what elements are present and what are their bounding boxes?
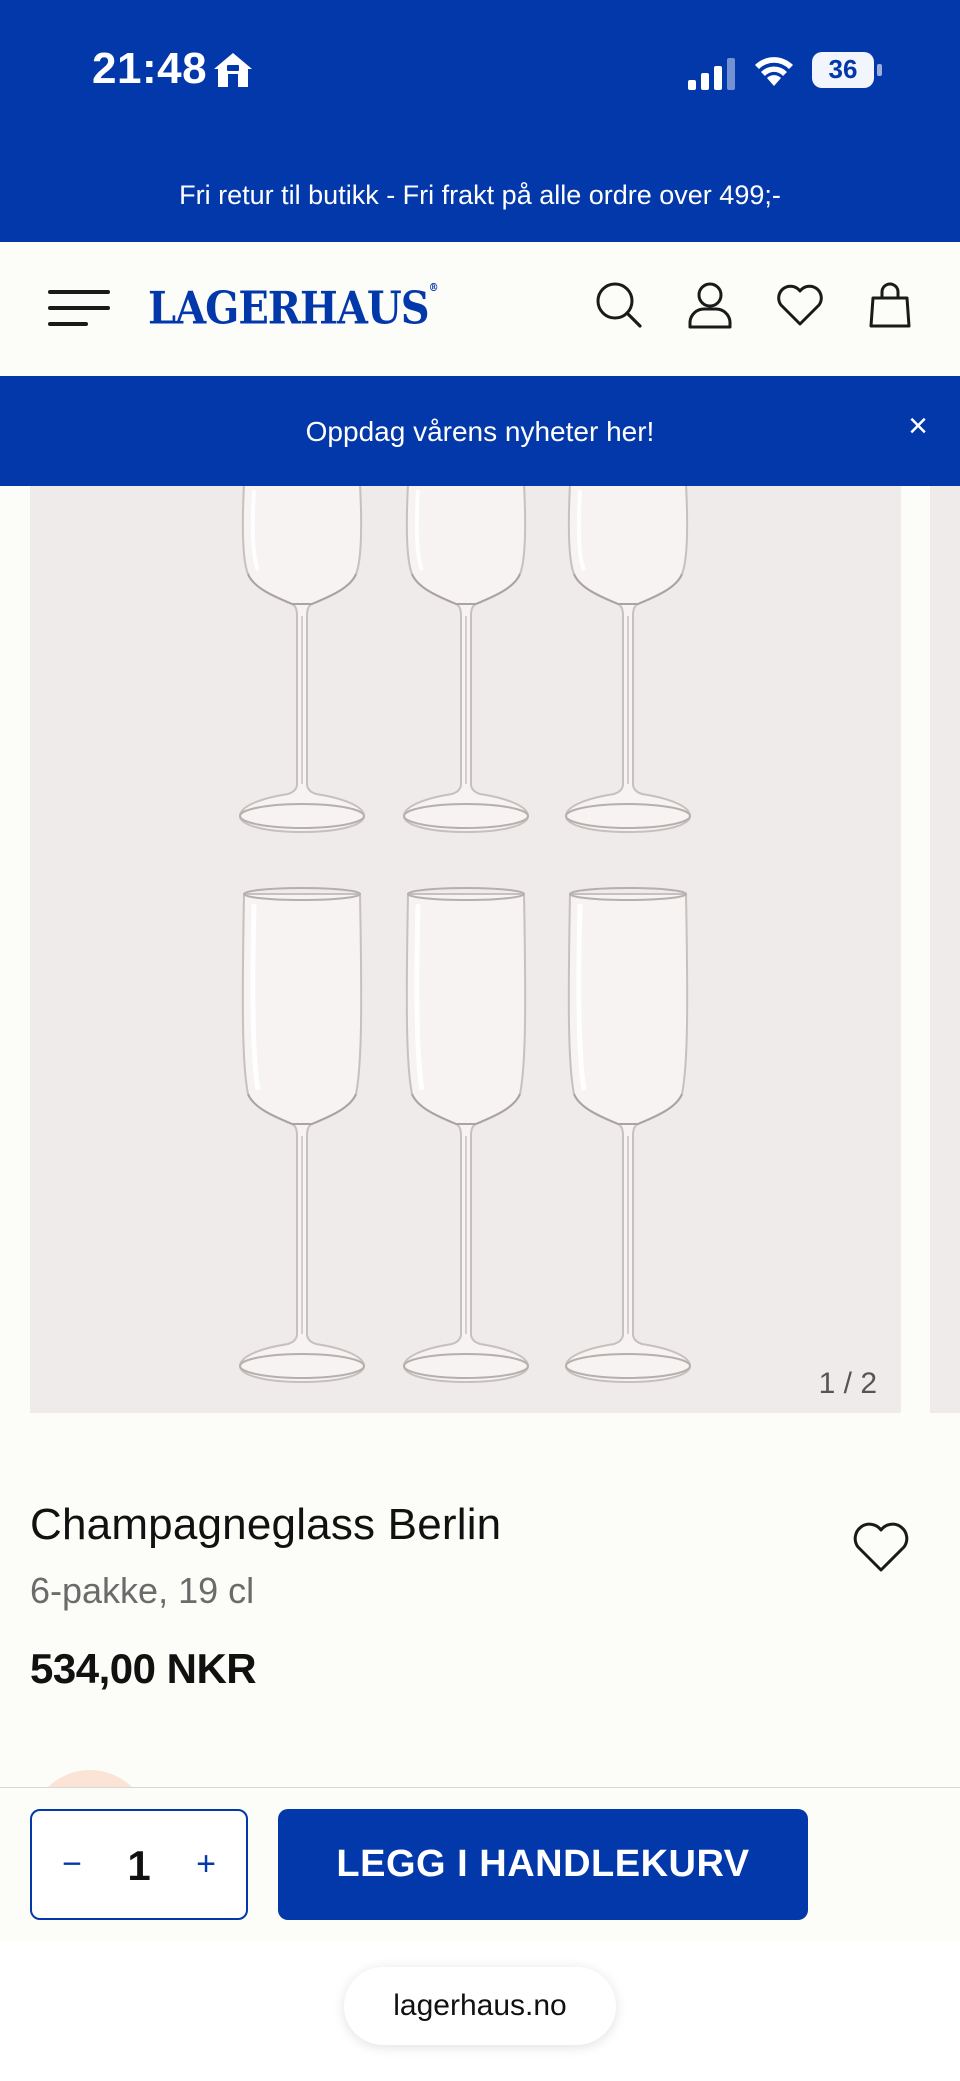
site-logo[interactable]: LAGERHAUS® (148, 282, 439, 335)
bag-icon[interactable] (865, 280, 915, 330)
gallery-next-image[interactable] (930, 486, 960, 1413)
product-image-gallery[interactable]: 1 / 2 (30, 486, 901, 1413)
signal-icon (688, 58, 735, 90)
logo-mark: ® (428, 282, 439, 295)
product-subtitle: 6-pakke, 19 cl (30, 1570, 255, 1611)
add-to-cart-bar: − 1 + LEGG I HANDLEKURV (0, 1787, 960, 1941)
quantity-decrease-button[interactable]: − (42, 1811, 102, 1918)
add-to-cart-button[interactable]: LEGG I HANDLEKURV (278, 1809, 808, 1920)
quantity-value[interactable]: 1 (102, 1811, 176, 1918)
status-time: 21:48 (92, 44, 208, 93)
account-icon[interactable] (685, 280, 735, 330)
wifi-icon (755, 57, 793, 86)
quantity-stepper: − 1 + (30, 1809, 248, 1920)
home-icon (214, 53, 252, 87)
battery-icon: 36 (812, 52, 882, 88)
announcement-text: Oppdag vårens nyheter her! (305, 416, 655, 447)
quantity-increase-button[interactable]: + (176, 1811, 236, 1918)
logo-text: LAGERHAUS (148, 282, 430, 335)
menu-button[interactable] (48, 282, 110, 332)
status-bar: 21:48 36 (0, 0, 960, 145)
promo-banner[interactable]: Fri retur til butikk - Fri frakt på alle… (0, 145, 960, 242)
url-bar[interactable]: lagerhaus.no (344, 1967, 616, 2045)
heart-icon[interactable] (775, 280, 825, 330)
gallery-counter: 1 / 2 (818, 1367, 877, 1400)
close-icon[interactable]: × (898, 406, 938, 446)
product-price: 534,00 NKR (30, 1645, 257, 1692)
wishlist-heart-icon[interactable] (851, 1520, 911, 1574)
announcement-banner[interactable]: Oppdag vårens nyheter her! × (0, 376, 960, 486)
search-icon[interactable] (594, 280, 644, 330)
site-header: LAGERHAUS® (0, 242, 960, 376)
product-title: Champagneglass Berlin (30, 1500, 502, 1549)
browser-bottom-bar: lagerhaus.no (0, 1941, 960, 2081)
menu-icon (48, 290, 110, 294)
product-image (30, 486, 901, 1413)
battery-level: 36 (828, 54, 858, 84)
